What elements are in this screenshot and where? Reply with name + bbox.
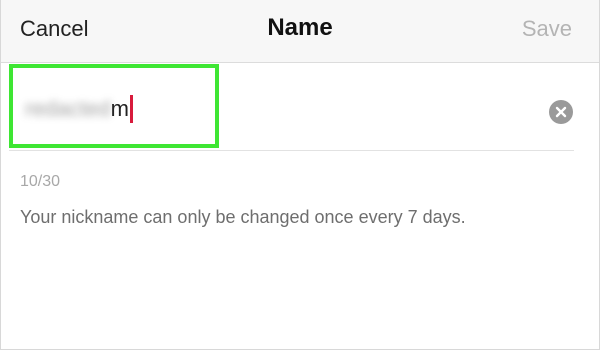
save-button[interactable]: Save xyxy=(522,16,572,42)
page-title: Name xyxy=(267,14,333,41)
name-input[interactable]: redacted m xyxy=(25,95,133,123)
blurred-name-text: redacted xyxy=(25,96,111,121)
clear-icon[interactable] xyxy=(549,100,573,124)
character-counter: 10/30 xyxy=(20,173,61,190)
name-visible-suffix: m xyxy=(110,96,129,121)
name-field-row: redacted m xyxy=(9,62,574,151)
navigation-bar: Cancel Name Save xyxy=(1,0,599,63)
edit-name-screen: Cancel Name Save redacted m 10/30 Your n… xyxy=(0,0,600,350)
nickname-hint: Your nickname can only be changed once e… xyxy=(20,207,466,227)
text-cursor xyxy=(129,95,133,123)
